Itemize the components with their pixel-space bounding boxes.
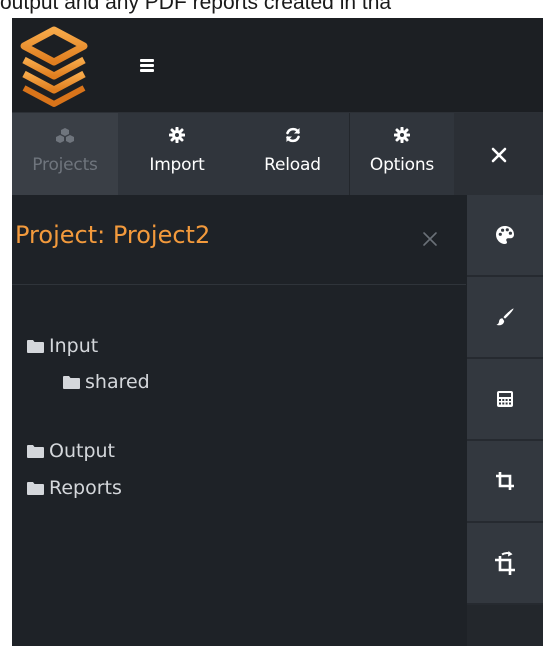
- tree-item-label: Reports: [49, 477, 122, 499]
- close-icon: [489, 145, 509, 165]
- toolbar-close-button[interactable]: [454, 113, 543, 195]
- app-window: Projects Import Reload Options Project: …: [12, 18, 543, 646]
- brush-icon: [496, 308, 514, 326]
- tree-item-output[interactable]: Output: [27, 440, 115, 462]
- folder-icon: [27, 339, 44, 353]
- project-panel: Project: Project2 Input shared Output Re…: [12, 195, 466, 646]
- projects-button[interactable]: Projects: [12, 113, 118, 195]
- tree-item-reports[interactable]: Reports: [27, 477, 122, 499]
- panel-title: Project: Project2: [15, 221, 211, 249]
- projects-label: Projects: [32, 155, 98, 175]
- tree-item-label: Output: [49, 440, 115, 462]
- crop-button[interactable]: [467, 441, 543, 523]
- calculator-button[interactable]: [467, 359, 543, 441]
- options-label: Options: [369, 155, 435, 175]
- import-label: Import: [149, 155, 205, 175]
- tree-item-input[interactable]: Input: [27, 335, 98, 357]
- gear-icon: [392, 125, 412, 145]
- crop-rotate-button[interactable]: [467, 523, 543, 605]
- refresh-icon: [283, 125, 303, 145]
- tree-item-label: shared: [85, 371, 150, 393]
- options-button[interactable]: Options: [350, 113, 454, 195]
- tree-item-shared[interactable]: shared: [63, 371, 150, 393]
- background-caption-text: output and any PDF reports created in th…: [0, 0, 392, 14]
- app-header: [12, 18, 543, 113]
- panel-close-button[interactable]: [420, 229, 440, 249]
- crop-icon: [496, 472, 514, 490]
- brush-button[interactable]: [467, 277, 543, 359]
- hamburger-menu-icon: [140, 59, 154, 72]
- calculator-icon: [497, 391, 513, 407]
- crop-rotate-icon: [495, 551, 515, 575]
- close-icon: [423, 232, 437, 246]
- side-tool-rail: [467, 195, 543, 646]
- panel-header: Project: Project2: [12, 195, 466, 285]
- cubes-icon: [55, 125, 75, 145]
- palette-button[interactable]: [467, 195, 543, 277]
- import-button[interactable]: Import: [118, 113, 236, 195]
- folder-icon: [27, 444, 44, 458]
- layers-logo-icon: [20, 26, 88, 107]
- folder-icon: [27, 481, 44, 495]
- reload-label: Reload: [264, 155, 321, 175]
- main-toolbar: Projects Import Reload Options: [12, 113, 543, 195]
- folder-icon: [63, 375, 80, 389]
- tree-item-label: Input: [49, 335, 99, 357]
- hamburger-menu-button[interactable]: [134, 50, 174, 84]
- gear-icon: [167, 125, 187, 145]
- reload-button[interactable]: Reload: [236, 113, 350, 195]
- palette-icon: [496, 226, 514, 244]
